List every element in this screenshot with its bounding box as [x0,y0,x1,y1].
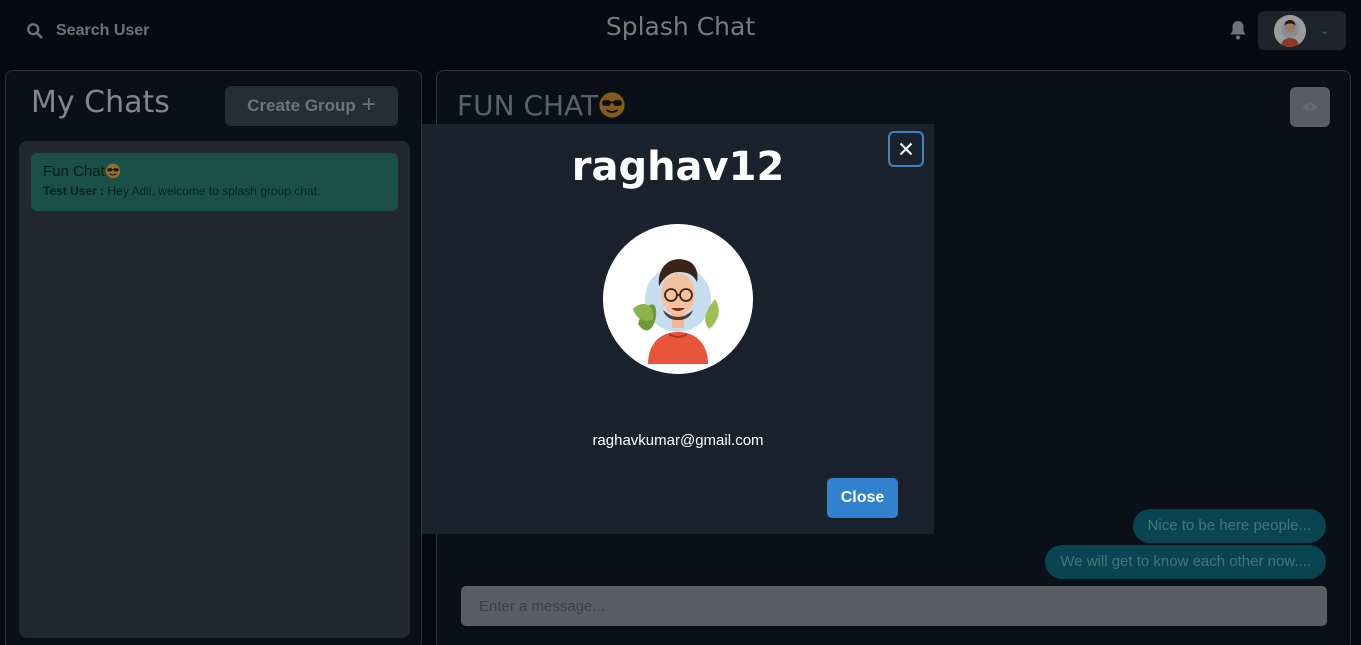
modal-close-icon-button[interactable] [888,131,924,167]
close-button[interactable]: Close [827,478,898,518]
profile-modal: raghav12 raghavkumar@gmail.com Close [422,124,934,534]
modal-user-email: raghavkumar@gmail.com [592,432,764,449]
close-icon [899,142,913,156]
modal-avatar [603,224,753,374]
modal-user-name: raghav12 [571,144,785,190]
